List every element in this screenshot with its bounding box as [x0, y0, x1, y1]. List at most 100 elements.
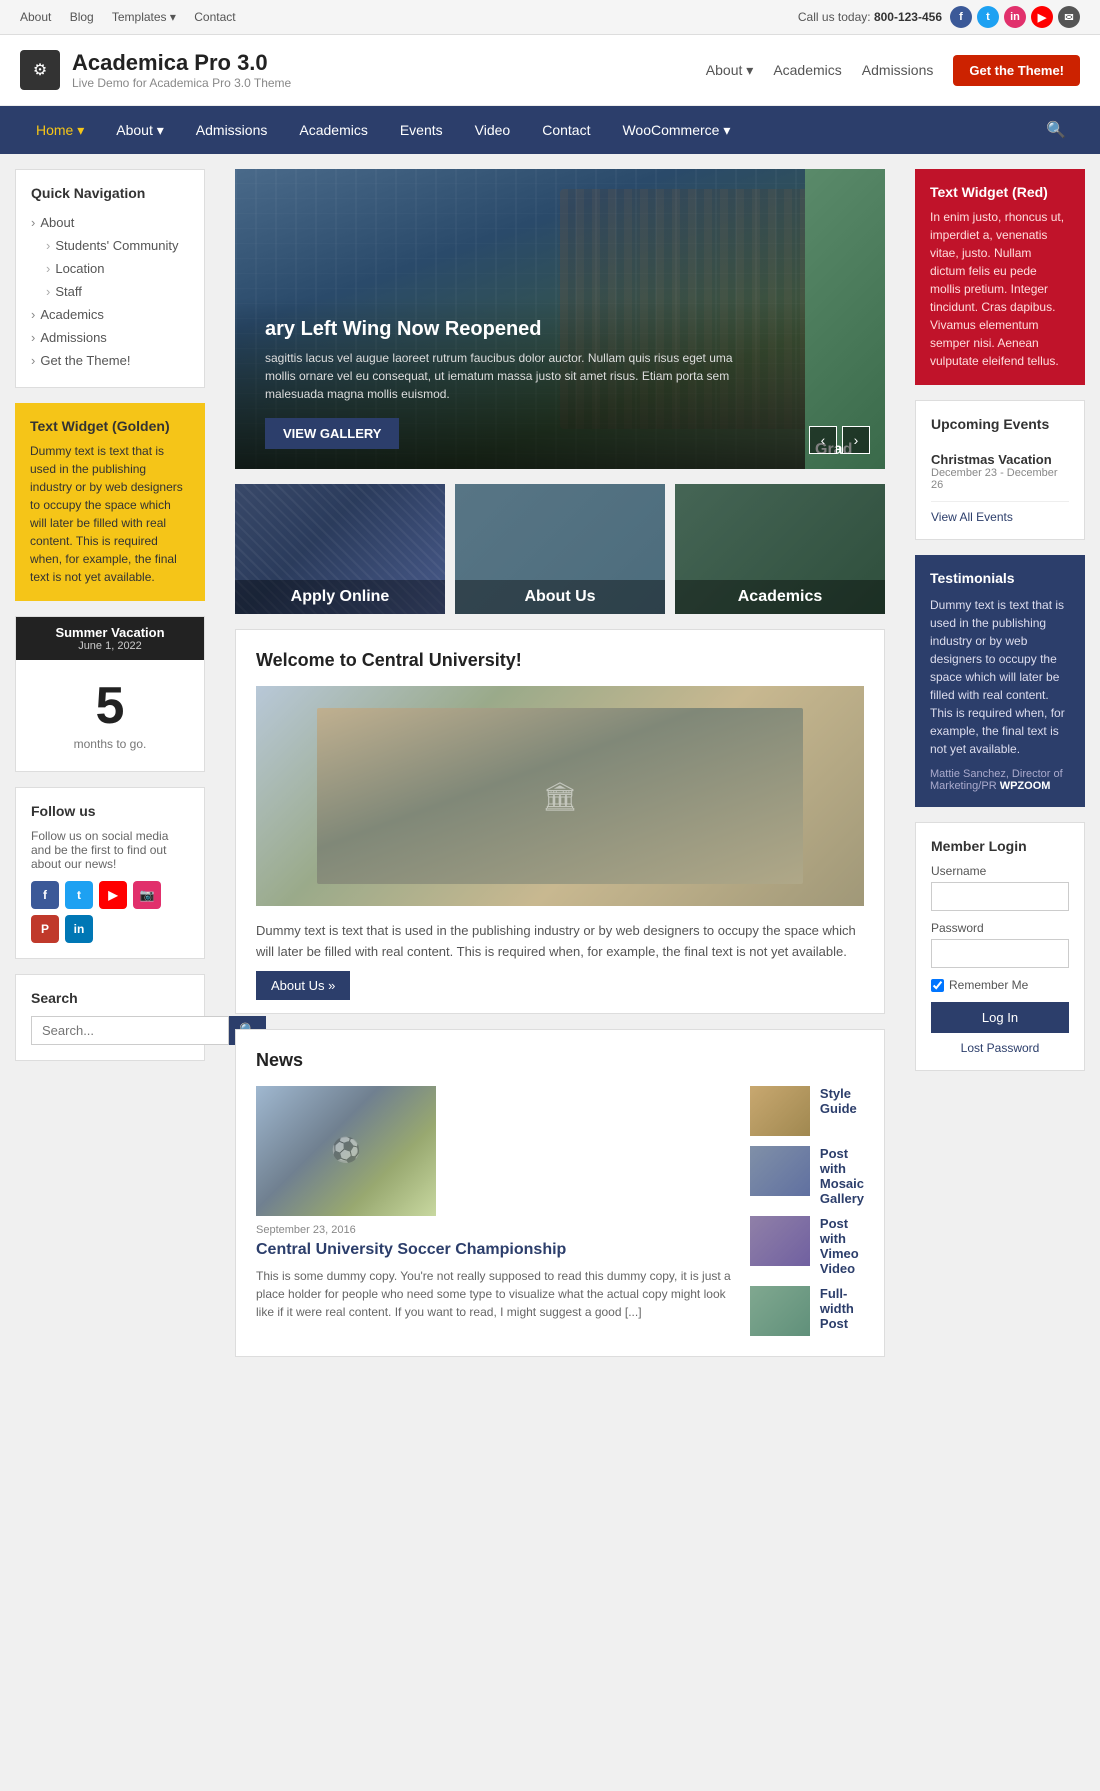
login-button[interactable]: Log In — [931, 1002, 1069, 1033]
quick-nav-get-theme[interactable]: Get the Theme! — [31, 353, 189, 368]
about-us-button[interactable]: About Us » — [256, 971, 350, 1000]
follow-instagram-icon[interactable]: 📷 — [133, 881, 161, 909]
quick-nav-staff[interactable]: Staff — [46, 284, 189, 299]
follow-twitter-icon[interactable]: t — [65, 881, 93, 909]
news-item-title-2[interactable]: Post with Mosaic Gallery — [820, 1146, 864, 1206]
top-nav-about[interactable]: About — [20, 10, 51, 24]
nav-admissions[interactable]: Admissions — [180, 108, 284, 153]
search-input[interactable] — [31, 1016, 229, 1045]
slider-next-button[interactable]: › — [842, 426, 870, 454]
quick-nav-academics[interactable]: Academics — [31, 307, 189, 322]
nav-woocommerce[interactable]: WooCommerce ▾ — [606, 108, 746, 153]
list-item[interactable]: Admissions — [31, 326, 189, 349]
site-logo: ⚙ — [20, 50, 60, 90]
username-input[interactable] — [931, 882, 1069, 911]
top-nav-contact[interactable]: Contact — [194, 10, 235, 24]
get-theme-button[interactable]: Get the Theme! — [953, 55, 1080, 86]
password-input[interactable] — [931, 939, 1069, 968]
events-widget: Upcoming Events Christmas Vacation Decem… — [915, 400, 1085, 540]
feature-box-about[interactable]: About Us — [455, 484, 665, 614]
events-title: Upcoming Events — [931, 416, 1069, 432]
nav-academics[interactable]: Academics — [283, 108, 383, 153]
username-label: Username — [931, 864, 1069, 878]
red-widget-text: In enim justo, rhoncus ut, imperdiet a, … — [930, 208, 1070, 370]
feature-box-apply[interactable]: Apply Online — [235, 484, 445, 614]
about-us-label: About Us — [455, 580, 665, 614]
youtube-icon[interactable]: ▶ — [1031, 6, 1053, 28]
news-item-title-3[interactable]: Post with Vimeo Video — [820, 1216, 864, 1276]
hero-title: ary Left Wing Now Reopened — [265, 318, 855, 341]
call-number: 800-123-456 — [874, 10, 942, 24]
welcome-text: Dummy text is text that is used in the p… — [256, 921, 864, 963]
site-subtitle: Live Demo for Academica Pro 3.0 Theme — [72, 76, 291, 90]
remember-me-label: Remember Me — [949, 978, 1028, 992]
follow-pinterest-icon[interactable]: P — [31, 915, 59, 943]
hero-gallery-button[interactable]: VIEW GALLERY — [265, 418, 399, 449]
news-main-excerpt: This is some dummy copy. You're not real… — [256, 1267, 735, 1321]
sidebar-left: Quick Navigation About Students' Communi… — [0, 154, 220, 1372]
list-item[interactable]: Get the Theme! — [31, 349, 189, 372]
header-nav: About ▾ Academics Admissions Get the The… — [706, 55, 1080, 86]
list-item[interactable]: Students' Community — [31, 234, 189, 257]
member-login-widget: Member Login Username Password Remember … — [915, 822, 1085, 1071]
news-item-title-4[interactable]: Full-width Post — [820, 1286, 864, 1331]
header-nav-academics[interactable]: Academics — [773, 62, 841, 78]
view-all-events-link[interactable]: View All Events — [931, 510, 1069, 524]
lost-password-link[interactable]: Lost Password — [931, 1041, 1069, 1055]
twitter-icon[interactable]: t — [977, 6, 999, 28]
email-icon[interactable]: ✉ — [1058, 6, 1080, 28]
countdown-body: 5 months to go. — [16, 660, 204, 771]
quick-nav-title: Quick Navigation — [31, 185, 189, 201]
sidebar-right: Text Widget (Red) In enim justo, rhoncus… — [900, 154, 1100, 1372]
list-item[interactable]: Academics — [31, 303, 189, 326]
quick-nav-location[interactable]: Location — [46, 261, 189, 276]
quick-nav-about[interactable]: About — [31, 215, 189, 230]
nav-home[interactable]: Home ▾ — [20, 108, 100, 153]
header-nav-admissions[interactable]: Admissions — [862, 62, 934, 78]
nav-events[interactable]: Events — [384, 108, 459, 153]
follow-facebook-icon[interactable]: f — [31, 881, 59, 909]
hero-description: sagittis lacus vel augue laoreet rutrum … — [265, 349, 765, 403]
testimonials-title: Testimonials — [930, 570, 1070, 586]
list-item: Post with Vimeo Video — [750, 1216, 864, 1276]
welcome-title: Welcome to Central University! — [256, 650, 864, 671]
quick-nav-students[interactable]: Students' Community — [46, 238, 189, 253]
golden-widget-text: Dummy text is text that is used in the p… — [30, 442, 190, 586]
nav-contact[interactable]: Contact — [526, 108, 606, 153]
nav-video[interactable]: Video — [459, 108, 527, 153]
list-item: Style Guide — [750, 1086, 864, 1136]
countdown-date: June 1, 2022 — [31, 640, 189, 652]
testimonial-author: Mattie Sanchez, Director of Marketing/PR… — [930, 768, 1070, 792]
remember-me-checkbox[interactable] — [931, 979, 944, 992]
news-main-title[interactable]: Central University Soccer Championship — [256, 1241, 735, 1259]
remember-me-row: Remember Me — [931, 978, 1069, 992]
apply-online-label: Apply Online — [235, 580, 445, 614]
news-thumb-3 — [750, 1216, 810, 1266]
follow-linkedin-icon[interactable]: in — [65, 915, 93, 943]
welcome-image: 🏛 — [256, 686, 864, 906]
top-nav-templates[interactable]: Templates ▾ — [112, 10, 176, 24]
list-item[interactable]: Location — [31, 257, 189, 280]
list-item[interactable]: About — [31, 211, 189, 234]
countdown-header: Summer Vacation June 1, 2022 — [16, 617, 204, 660]
nav-about[interactable]: About ▾ — [100, 108, 180, 153]
top-bar-right: Call us today: 800-123-456 f t in ▶ ✉ — [798, 6, 1080, 28]
top-nav-blog[interactable]: Blog — [70, 10, 94, 24]
header-nav-about[interactable]: About ▾ — [706, 62, 754, 79]
list-item[interactable]: Staff — [31, 280, 189, 303]
member-login-title: Member Login — [931, 838, 1069, 854]
feature-box-academics[interactable]: Academics — [675, 484, 885, 614]
site-branding: ⚙ Academica Pro 3.0 Live Demo for Academ… — [20, 50, 291, 90]
slider-prev-button[interactable]: ‹ — [809, 426, 837, 454]
testimonial-text: Dummy text is text that is used in the p… — [930, 596, 1070, 758]
follow-youtube-icon[interactable]: ▶ — [99, 881, 127, 909]
main-nav-links: Home ▾ About ▾ Admissions Academics Even… — [20, 108, 746, 153]
nav-search-icon[interactable]: 🔍 — [1032, 106, 1080, 154]
search-widget: Search 🔍 — [15, 974, 205, 1061]
facebook-icon[interactable]: f — [950, 6, 972, 28]
instagram-icon[interactable]: in — [1004, 6, 1026, 28]
quick-nav-admissions[interactable]: Admissions — [31, 330, 189, 345]
text-widget-red: Text Widget (Red) In enim justo, rhoncus… — [915, 169, 1085, 385]
follow-title: Follow us — [31, 803, 189, 819]
news-item-title-1[interactable]: Style Guide — [820, 1086, 864, 1116]
